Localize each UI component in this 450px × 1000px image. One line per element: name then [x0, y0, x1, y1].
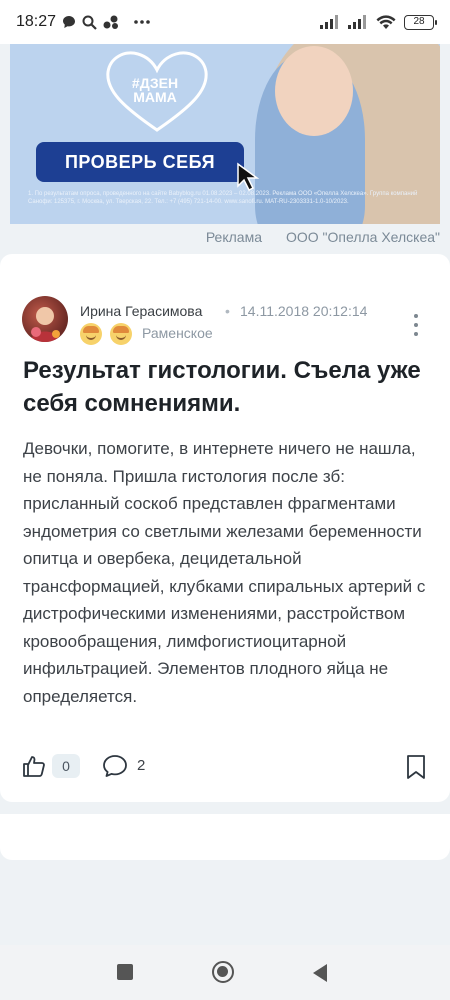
chat-bubble-icon [63, 16, 76, 28]
post-title: Результат гистологии. Съела уже себя сом… [23, 357, 421, 417]
notification-icons [62, 15, 151, 30]
comment-icon[interactable] [102, 754, 128, 778]
ad-banner[interactable]: #ДЗЕН МАМА ПРОВЕРЬ СЕБЯ 1. По результата… [10, 44, 440, 224]
cursor-icon [237, 162, 260, 192]
home-icon[interactable] [212, 961, 234, 983]
apps-icon [103, 15, 119, 29]
ad-disclaimer: 1. По результатам опроса, проведенного н… [28, 191, 418, 205]
heart-logo-text: #ДЗЕН МАМА [125, 76, 185, 104]
clock: 18:27 [16, 13, 57, 30]
separator-dot: • [225, 303, 230, 319]
bookmark-icon[interactable] [405, 754, 427, 780]
ad-photo-child-head [275, 46, 353, 136]
more-dots-icon [134, 20, 150, 24]
signal-icon [348, 15, 366, 29]
status-bar: 18:27 28 [0, 0, 450, 44]
search-icon [82, 15, 97, 30]
wifi-icon [376, 14, 396, 29]
user-badges [80, 323, 132, 345]
like-icon[interactable] [22, 754, 46, 778]
heart-text-line1: #ДЗЕН [131, 75, 179, 91]
avatar[interactable] [22, 296, 68, 342]
avatar-image [30, 307, 60, 342]
ad-label: Реклама [205, 229, 262, 245]
comment-count: 2 [137, 757, 146, 774]
more-options-icon[interactable] [406, 310, 426, 340]
system-icons: 28 [320, 14, 437, 30]
back-icon[interactable] [313, 964, 327, 982]
post-body: Девочки, помогите, в интернете ничего не… [23, 439, 426, 706]
post-actions: 0 2 [0, 752, 450, 782]
post-card: Ирина Герасимова • 14.11.2018 20:12:14 Р… [0, 254, 450, 802]
recent-apps-icon[interactable] [117, 964, 133, 980]
ad-labels: Реклама ООО "Опелла Хелскеа" [206, 229, 440, 245]
author-city: Раменское [142, 325, 213, 341]
ad-advertiser-link[interactable]: ООО "Опелла Хелскеа" [286, 229, 440, 245]
child-badge-icon [110, 323, 132, 345]
heart-text-line2: МАМА [133, 89, 177, 105]
child-badge-icon [80, 323, 102, 345]
post-date: 14.11.2018 20:12:14 [240, 303, 368, 319]
system-nav-bar [0, 945, 450, 1000]
battery-icon: 28 [404, 14, 437, 30]
signal-icon [320, 15, 338, 29]
next-card-placeholder [0, 814, 450, 860]
ad-block: #ДЗЕН МАМА ПРОВЕРЬ СЕБЯ 1. По результата… [0, 44, 450, 254]
author-name[interactable]: Ирина Герасимова [80, 303, 202, 319]
ad-cta-button[interactable]: ПРОВЕРЬ СЕБЯ [36, 142, 244, 182]
like-count: 0 [52, 754, 80, 778]
